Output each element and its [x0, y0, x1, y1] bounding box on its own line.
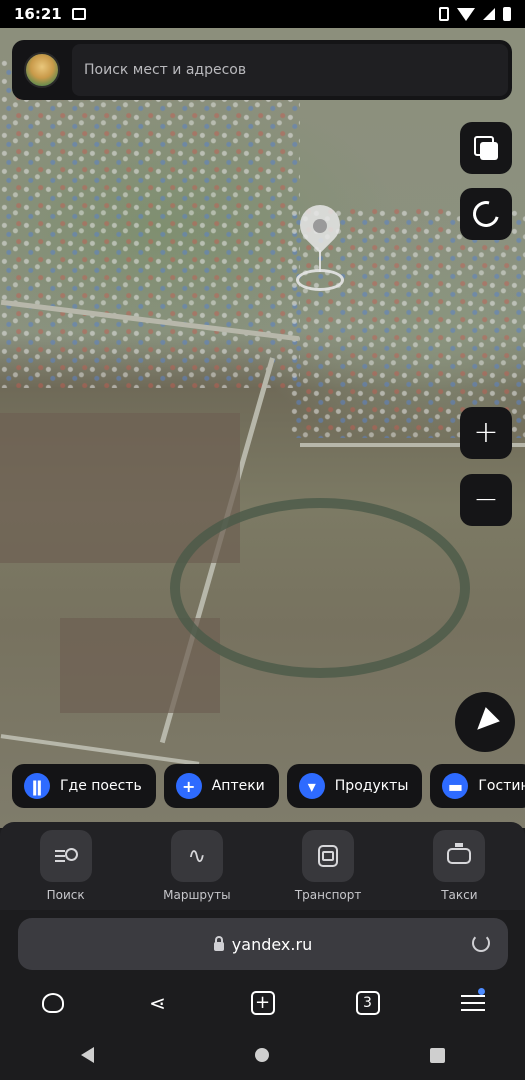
taxi-icon-wrap	[433, 830, 486, 882]
location-pin[interactable]	[291, 196, 349, 295]
chip-label: Аптеки	[211, 778, 265, 794]
alice-icon	[41, 993, 64, 1013]
pin-dot	[313, 219, 327, 233]
maps-bottom-nav: Поиск ∿ Маршруты Транспорт Такси	[0, 822, 525, 910]
plus-icon: +	[473, 415, 499, 450]
new-tab-icon: +	[250, 991, 275, 1015]
layers-icon	[474, 136, 498, 160]
status-bar: 16:21	[0, 0, 525, 28]
browser-bar: yandex.ru ⋖ + 3	[0, 910, 525, 1030]
fork-knife-icon: ǁ	[24, 773, 50, 799]
zoom-out-button[interactable]: −	[460, 474, 512, 526]
battery-icon	[503, 7, 511, 21]
menu-button[interactable]	[453, 983, 493, 1023]
nav-search[interactable]: Поиск	[0, 822, 131, 910]
lock-icon	[213, 935, 224, 951]
back-icon[interactable]	[80, 1047, 94, 1063]
new-tab-button[interactable]: +	[243, 983, 283, 1023]
status-time: 16:21	[14, 5, 62, 23]
address-bar[interactable]: yandex.ru	[18, 918, 508, 970]
chip-hotels[interactable]: ▬ Гостин	[430, 764, 525, 808]
recent-apps-icon[interactable]	[429, 1047, 445, 1063]
search-bar: Поиск мест и адресов	[12, 40, 512, 100]
river	[170, 498, 470, 678]
share-button[interactable]: ⋖	[138, 983, 178, 1023]
zoom-in-button[interactable]: +	[460, 407, 512, 459]
chip-label: Продукты	[334, 778, 409, 794]
wifi-icon	[457, 7, 475, 21]
satellite-map[interactable]	[0, 28, 525, 828]
browser-toolbar: ⋖ + 3	[0, 978, 525, 1028]
panorama-icon	[468, 196, 504, 232]
panorama-button[interactable]	[460, 188, 512, 240]
menu-icon	[460, 1002, 485, 1004]
search-input[interactable]: Поиск мест и адресов	[72, 44, 508, 96]
notification-dot	[477, 988, 485, 995]
bus-icon	[318, 845, 339, 867]
search-list-icon-wrap	[39, 830, 92, 882]
nav-routes[interactable]: ∿ Маршруты	[131, 822, 262, 910]
basket-icon: ▾	[298, 773, 325, 799]
chip-label: Где поесть	[60, 778, 142, 794]
image-notification-icon	[71, 8, 86, 20]
chip-groceries[interactable]: ▾ Продукты	[286, 764, 423, 808]
nav-label: Маршруты	[163, 888, 231, 902]
route-icon-wrap: ∿	[170, 830, 223, 882]
chip-pharmacy[interactable]: + Аптеки	[163, 764, 279, 808]
bus-icon-wrap	[302, 830, 355, 882]
tabs-button[interactable]: 3	[348, 983, 388, 1023]
nav-transport[interactable]: Транспорт	[263, 822, 394, 910]
chip-label: Гостин	[478, 778, 525, 794]
village-area	[0, 58, 300, 388]
signal-icon	[483, 8, 495, 20]
navigation-arrow-icon	[470, 707, 500, 737]
reload-icon[interactable]	[472, 934, 490, 952]
plus-icon: +	[175, 773, 202, 799]
category-chips: ǁ Где поесть + Аптеки ▾ Продукты ▬ Гости…	[12, 764, 525, 808]
system-nav-bar	[0, 1030, 525, 1080]
nav-label: Транспорт	[294, 888, 362, 902]
avatar[interactable]	[24, 52, 60, 88]
nav-label: Поиск	[46, 888, 85, 902]
url-text: yandex.ru	[231, 934, 313, 954]
minus-icon: −	[473, 482, 499, 517]
search-placeholder: Поиск мест и адресов	[84, 62, 247, 78]
chip-food[interactable]: ǁ Где поесть	[12, 764, 156, 808]
search-list-icon	[54, 848, 78, 864]
pin-ring	[296, 269, 344, 291]
my-location-button[interactable]	[455, 692, 515, 752]
nav-label: Такси	[441, 888, 478, 902]
alice-button[interactable]	[33, 983, 73, 1023]
status-icons	[439, 7, 511, 21]
route-icon: ∿	[187, 843, 207, 869]
bed-icon: ▬	[442, 773, 469, 799]
vibrate-icon	[439, 7, 449, 21]
home-icon[interactable]	[254, 1048, 269, 1062]
road	[0, 734, 200, 766]
layers-button[interactable]	[460, 122, 512, 174]
taxi-icon	[447, 843, 472, 864]
nav-taxi[interactable]: Такси	[394, 822, 525, 910]
tabs-count: 3	[355, 991, 380, 1015]
share-icon: ⋖	[149, 991, 166, 1015]
